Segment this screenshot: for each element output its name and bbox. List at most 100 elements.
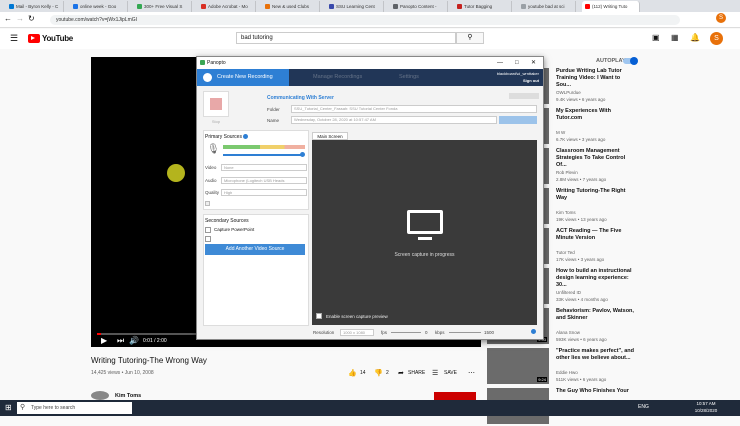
browser-tab[interactable]: Adobe Acrobat - Mo: [198, 1, 256, 12]
panopto-nav: Create New Recording Manage Recordings S…: [197, 69, 543, 86]
browser-tab[interactable]: Tutor Bagging: [454, 1, 512, 12]
autoplay-label: AUTOPLAY: [596, 58, 626, 64]
volume-icon[interactable]: 🔊: [129, 336, 139, 345]
recommended-channel: Alana Snow: [556, 330, 581, 335]
toggle-option[interactable]: [509, 93, 539, 99]
enable-preview-label: Enable screen capture preview: [326, 314, 388, 319]
menu-icon[interactable]: ☰: [10, 33, 18, 44]
minimize-icon[interactable]: —: [497, 57, 503, 69]
next-icon[interactable]: ⏭: [117, 336, 124, 346]
forward-icon[interactable]: →: [16, 14, 24, 23]
name-field[interactable]: Wednesday, October 28, 2020 at 10:57:47 …: [291, 116, 497, 124]
autoplay-toggle[interactable]: [623, 57, 638, 65]
recommended-title[interactable]: The Guy Who Finishes Your: [556, 388, 636, 395]
sign-out-link[interactable]: Sign out: [477, 78, 539, 83]
recommended-meta: 2.8M views • 7 years ago: [556, 177, 607, 182]
capture-powerpoint-checkbox[interactable]: [205, 227, 211, 233]
recommended-title[interactable]: "Practice makes perfect", and other lies…: [556, 348, 636, 362]
account-avatar[interactable]: S: [710, 32, 723, 45]
language-indicator: ENG: [638, 404, 649, 410]
dislike-icon[interactable]: 👎: [374, 369, 383, 377]
windows-start-icon[interactable]: ⊞: [5, 403, 12, 412]
recommended-title[interactable]: Classroom Management Strategies To Take …: [556, 148, 636, 169]
record-icon: [203, 73, 212, 82]
fps-label: fps: [381, 330, 388, 335]
quality-select[interactable]: High: [221, 189, 307, 196]
tab-label: Adobe Acrobat - Mo: [208, 4, 248, 9]
recommended-title[interactable]: Purdue Writing Lab Tutor Training Video:…: [556, 68, 636, 89]
url-field[interactable]: youtube.com/watch?v=jWx1JipLmGI: [50, 15, 680, 25]
taskbar-search[interactable]: Type here to search: [17, 402, 132, 414]
audio-gain-slider[interactable]: [223, 152, 305, 157]
tab-settings[interactable]: Settings: [379, 69, 439, 86]
browser-tab[interactable]: (112) Writing Tuto: [582, 1, 640, 12]
play-icon[interactable]: ▶: [101, 336, 107, 345]
search-input[interactable]: bad tutoring: [236, 32, 456, 44]
browser-tab[interactable]: SSU Learning Cent: [326, 1, 384, 12]
stop-icon: [210, 98, 222, 110]
browser-tab[interactable]: 300+ Free Visual S: [134, 1, 192, 12]
browser-tab[interactable]: New & used Clubs: [262, 1, 320, 12]
tab-favicon-icon: [393, 4, 398, 9]
recommended-channel: Kim Toms: [556, 210, 576, 215]
browser-tab[interactable]: online week - Goo: [70, 1, 128, 12]
resolution-field[interactable]: 1000 x 1080: [340, 329, 374, 336]
back-icon[interactable]: ←: [4, 14, 12, 23]
share-button[interactable]: SHARE: [408, 370, 425, 376]
name-label: Name: [267, 118, 280, 123]
clock-time: 10:57 AM: [696, 401, 716, 406]
create-video-icon[interactable]: ▣: [652, 33, 660, 42]
channel-avatar[interactable]: [91, 391, 109, 400]
video-thumbnail[interactable]: 9:24: [487, 348, 549, 384]
browser-tab[interactable]: Panopto Content -: [390, 1, 448, 12]
tab-main-screen[interactable]: Main Screen: [312, 132, 348, 140]
recommended-video[interactable]: 9:24 "Practice makes perfect", and other …: [487, 348, 737, 386]
recommended-title[interactable]: How to build an instructional design lea…: [556, 268, 636, 289]
close-icon[interactable]: ✕: [531, 57, 536, 69]
apps-icon[interactable]: ▦: [671, 33, 679, 42]
capture-powerpoint-label: Capture PowerPoint: [214, 227, 255, 232]
kbps-slider[interactable]: [449, 332, 481, 333]
recommended-title[interactable]: Writing Tutoring-The Right Way: [556, 188, 636, 202]
save-icon[interactable]: ☰: [432, 369, 438, 377]
video-views: 14,425 views • Jun 10, 2008: [91, 370, 154, 376]
enable-preview-checkbox[interactable]: [316, 313, 322, 319]
browser-tab[interactable]: Mail - Byron Kelly - C: [6, 1, 64, 12]
search-button[interactable]: ⚲: [456, 32, 484, 44]
browser-tab[interactable]: youtube bad at sci: [518, 1, 576, 12]
browser-tab-bar: Mail - Byron Kelly - C online week - Goo 3…: [0, 0, 740, 12]
capture-screen-checkbox[interactable]: [205, 236, 211, 242]
fps-slider[interactable]: [391, 332, 421, 333]
video-select[interactable]: None: [221, 164, 307, 171]
reload-icon[interactable]: ↻: [28, 14, 35, 23]
stop-button[interactable]: [203, 91, 229, 117]
tab-manage-recordings[interactable]: Manage Recordings: [293, 69, 373, 86]
kbps-label: kbps: [435, 330, 445, 335]
channel-name[interactable]: Kim Toms: [115, 393, 141, 399]
tab-create-recording[interactable]: Create New Recording: [197, 69, 289, 86]
profile-avatar[interactable]: S: [716, 13, 726, 23]
folder-field[interactable]: SSU_Tutorial_Center_Fassah: SSU Tutorial…: [291, 105, 537, 113]
recommended-title[interactable]: My Experiences With Tutor.com: [556, 108, 636, 122]
subscribe-button[interactable]: [434, 392, 476, 400]
save-button[interactable]: SAVE: [444, 370, 457, 376]
recommended-title[interactable]: ACT Reading — The Five Minute Version: [556, 228, 636, 242]
panopto-titlebar: Panopto — □ ✕: [197, 57, 543, 69]
info-icon[interactable]: [531, 329, 536, 334]
more-icon[interactable]: ⋯: [468, 369, 475, 377]
audio-select[interactable]: Microphone (Logitech USB Heads: [221, 177, 307, 184]
tab-favicon-icon: [137, 4, 142, 9]
webcast-button[interactable]: [499, 116, 537, 124]
like-icon[interactable]: 👍: [348, 369, 357, 377]
resolution-label: Resolution: [313, 330, 335, 335]
recommended-meta: 9.4K views • 6 years ago: [556, 97, 606, 102]
disabled-checkbox: [205, 201, 210, 206]
share-icon[interactable]: ➦: [398, 369, 404, 377]
notifications-icon[interactable]: 🔔: [690, 33, 700, 42]
help-icon[interactable]: [243, 134, 248, 139]
add-video-source-button[interactable]: Add Another Video Source: [205, 244, 305, 255]
primary-sources-title: Primary Sources: [205, 134, 242, 140]
slider-knob[interactable]: [300, 152, 305, 157]
maximize-icon[interactable]: □: [515, 57, 519, 69]
recommended-title[interactable]: Behaviorism: Pavlov, Watson, and Skinner: [556, 308, 636, 322]
